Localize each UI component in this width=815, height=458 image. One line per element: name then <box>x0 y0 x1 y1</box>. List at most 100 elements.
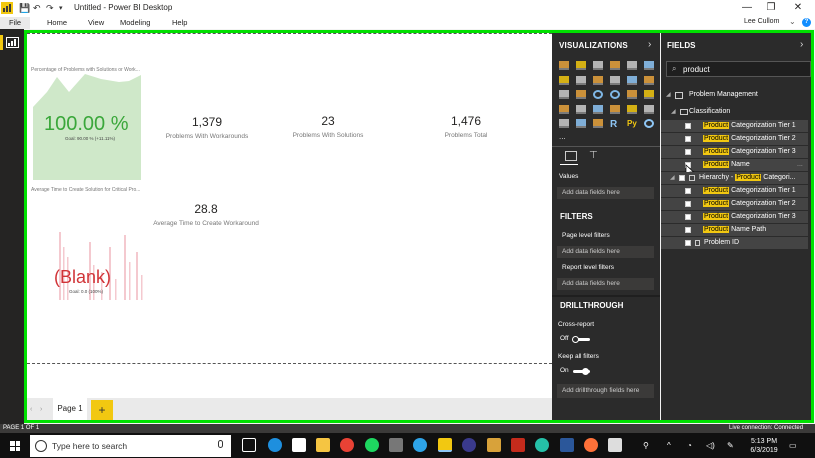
matrix-icon[interactable] <box>593 119 603 128</box>
volume-icon[interactable]: ◁) <box>706 441 715 450</box>
field-product-categorization-tier-1[interactable]: Product Categorization Tier 1 <box>661 120 808 132</box>
undo-icon[interactable]: ↶ <box>33 3 41 14</box>
save-icon[interactable]: 💾 <box>19 3 30 14</box>
field-checkbox[interactable] <box>685 149 691 155</box>
field-checkbox[interactable] <box>685 227 691 233</box>
hierarchy-level-tier-1[interactable]: Product Categorization Tier 1 <box>661 185 808 197</box>
100-column-icon[interactable] <box>644 61 654 70</box>
expand-chevron-icon[interactable]: ◢ <box>666 89 671 101</box>
taskbar-clock[interactable]: 5:13 PM 6/3/2019 <box>744 437 784 455</box>
line-clustered-icon[interactable] <box>627 75 637 85</box>
100-bar-icon[interactable] <box>627 61 637 70</box>
ribbon-chart-icon[interactable] <box>644 75 654 85</box>
field-checkbox[interactable] <box>685 201 691 207</box>
edge-icon[interactable] <box>268 438 282 452</box>
map-icon[interactable] <box>644 90 654 99</box>
card-icon[interactable] <box>610 104 620 114</box>
notifications-icon[interactable]: ▭ <box>789 441 797 450</box>
task-view-icon[interactable] <box>242 438 256 452</box>
r-visual-icon[interactable]: R <box>610 119 620 130</box>
clustered-column-icon[interactable] <box>610 61 620 70</box>
treemap-icon[interactable] <box>627 90 637 99</box>
mail-icon[interactable] <box>292 438 306 452</box>
kpi-icon[interactable] <box>644 104 654 114</box>
acrobat-icon[interactable] <box>511 438 525 452</box>
page-filters-drop-zone[interactable]: Add data fields here <box>557 246 654 258</box>
tab-view[interactable]: View <box>88 18 104 27</box>
close-button[interactable]: ✕ <box>789 2 807 13</box>
folder-classification[interactable]: ◢ Classification <box>661 106 808 118</box>
pen-icon[interactable]: ✎ <box>727 441 734 450</box>
line-column-icon[interactable] <box>610 75 620 85</box>
app-icon[interactable] <box>462 438 476 452</box>
format-paint-roller-icon[interactable]: ⊤ <box>589 150 598 161</box>
next-page-icon[interactable]: › <box>40 406 42 413</box>
word-icon[interactable] <box>560 438 574 452</box>
fields-search-box[interactable]: ⌕ product <box>666 61 811 77</box>
microphone-icon[interactable] <box>218 440 223 448</box>
restore-button[interactable]: ❐ <box>762 2 780 13</box>
quick-access-dropdown-icon[interactable]: ▾ <box>59 4 63 12</box>
report-filters-drop-zone[interactable]: Add data fields here <box>557 278 654 290</box>
field-checkbox[interactable] <box>685 136 691 142</box>
clustered-bar-icon[interactable] <box>593 61 603 70</box>
waterfall-icon[interactable] <box>559 90 569 99</box>
collapse-chevron-icon[interactable]: › <box>800 39 803 50</box>
hierarchy-product-categorization[interactable]: ◢ Hierarchy - Product Categori... <box>661 172 808 184</box>
arcgis-icon[interactable] <box>644 119 654 128</box>
app-icon[interactable] <box>487 438 501 452</box>
tab-home[interactable]: Home <box>47 18 67 27</box>
firefox-icon[interactable] <box>584 438 598 452</box>
report-view-icon[interactable] <box>6 37 19 48</box>
tab-file[interactable]: File <box>0 17 30 29</box>
field-product-categorization-tier-3[interactable]: Product Categorization Tier 3 <box>661 146 808 158</box>
field-checkbox[interactable] <box>685 214 691 220</box>
stacked-area-icon[interactable] <box>593 75 603 85</box>
tab-help[interactable]: Help <box>172 18 187 27</box>
more-options-icon[interactable]: ... <box>797 159 803 171</box>
field-checkbox[interactable] <box>685 188 691 194</box>
field-checkbox[interactable] <box>679 175 685 181</box>
stacked-column-icon[interactable] <box>576 61 586 70</box>
chevron-down-icon[interactable]: ⌄ <box>789 17 796 26</box>
multirow-card-icon[interactable] <box>627 104 637 114</box>
stacked-bar-icon[interactable] <box>559 61 569 70</box>
donut-icon[interactable] <box>610 90 620 99</box>
field-product-name-path[interactable]: Product Name Path <box>661 224 808 236</box>
spotify-icon[interactable] <box>365 438 379 452</box>
file-explorer-icon[interactable] <box>316 438 330 452</box>
previous-page-icon[interactable]: ‹ <box>30 406 32 413</box>
hierarchy-level-tier-3[interactable]: Product Categorization Tier 3 <box>661 211 808 223</box>
gauge-icon[interactable] <box>593 104 603 114</box>
chrome-icon[interactable] <box>340 438 354 452</box>
fields-search-input[interactable]: product <box>683 65 710 74</box>
taskbar-search-box[interactable]: Type here to search <box>30 435 231 457</box>
field-checkbox[interactable] <box>685 123 691 129</box>
table-problem-management[interactable]: ◢ Problem Management <box>661 89 808 101</box>
field-checkbox[interactable] <box>685 240 691 246</box>
field-problem-id[interactable]: Problem ID <box>661 237 808 249</box>
add-page-button[interactable]: + <box>91 400 113 420</box>
fields-tab-icon[interactable] <box>565 151 577 161</box>
filled-map-icon[interactable] <box>559 104 569 114</box>
pie-icon[interactable] <box>593 90 603 99</box>
scatter-icon[interactable] <box>576 90 586 99</box>
python-visual-icon[interactable]: Py <box>627 119 637 128</box>
kpi-visual-solutions[interactable]: Percentage of Problems with Solutions or… <box>29 67 147 182</box>
report-canvas[interactable]: Percentage of Problems with Solutions or… <box>27 33 552 398</box>
user-name[interactable]: Lee Cullom <box>744 18 779 25</box>
minimize-button[interactable]: — <box>738 2 756 13</box>
table-icon[interactable] <box>576 119 586 128</box>
help-icon[interactable]: ? <box>802 18 811 27</box>
redo-icon[interactable]: ↷ <box>46 3 54 14</box>
collapse-chevron-icon[interactable]: › <box>648 39 651 50</box>
kpi-visual-critical-solution-time[interactable]: Average Time to Create Solution for Crit… <box>29 187 149 302</box>
chevron-up-icon[interactable]: ^ <box>667 441 671 450</box>
values-drop-zone[interactable]: Add data fields here <box>557 187 654 199</box>
power-bi-taskbar-icon[interactable] <box>438 438 452 452</box>
windows-start-icon[interactable] <box>10 441 20 451</box>
hierarchy-level-tier-2[interactable]: Product Categorization Tier 2 <box>661 198 808 210</box>
more-visuals-icon[interactable]: ... <box>559 132 566 141</box>
tab-page-1[interactable]: Page 1 <box>53 398 87 420</box>
drillthrough-drop-zone[interactable]: Add drillthrough fields here <box>557 384 654 398</box>
